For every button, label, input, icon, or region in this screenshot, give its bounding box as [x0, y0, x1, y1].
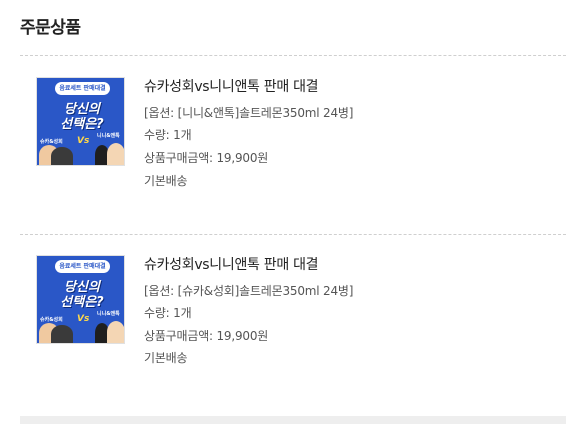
- vs-label: Vs: [77, 314, 90, 324]
- product-name-link[interactable]: 슈카성회vs니니앤톡 판매 대결: [144, 254, 319, 274]
- product-image[interactable]: 음료세트 판매대결 당신의 선택은? 슈카&성회 Vs 니니&앤톡: [36, 77, 125, 166]
- section-title: 주문상품: [20, 18, 81, 38]
- headline-line-2: 선택은?: [60, 117, 104, 132]
- person-figure: [51, 147, 73, 165]
- person-figure: [107, 143, 124, 165]
- shipping-type: 기본배송: [144, 351, 188, 365]
- product-price: 상품구매금액: 19,900원: [144, 329, 269, 343]
- left-brand-label: 슈카&성회: [40, 139, 63, 145]
- product-image-tag: 음료세트 판매대결: [55, 82, 110, 95]
- person-figure: [107, 321, 124, 343]
- shipping-type: 기본배송: [144, 174, 188, 188]
- right-brand-label: 니니&앤톡: [97, 311, 120, 317]
- product-image-headline: 당신의 선택은?: [43, 102, 121, 132]
- product-quantity: 수량: 1개: [144, 128, 192, 142]
- headline-line-1: 당신의: [64, 102, 100, 117]
- product-image[interactable]: 음료세트 판매대결 당신의 선택은? 슈카&성회 Vs 니니&앤톡: [36, 255, 125, 344]
- order-item: 음료세트 판매대결 당신의 선택은? 슈카&성회 Vs 니니&앤톡 슈카성회vs…: [20, 56, 566, 232]
- right-brand-label: 니니&앤톡: [97, 133, 120, 139]
- product-option: [옵션: [니니&앤톡]솔트레몬350ml 24병]: [144, 106, 354, 120]
- vs-label: Vs: [77, 136, 90, 146]
- product-price: 상품구매금액: 19,900원: [144, 151, 269, 165]
- order-item: 음료세트 판매대결 당신의 선택은? 슈카&성회 Vs 니니&앤톡 슈카성회vs…: [20, 235, 566, 411]
- bottom-summary-bar: [20, 416, 566, 424]
- product-image-headline: 당신의 선택은?: [43, 280, 121, 310]
- product-option: [옵션: [슈카&성회]솔트레몬350ml 24병]: [144, 284, 354, 298]
- headline-line-2: 선택은?: [60, 295, 104, 310]
- product-name-link[interactable]: 슈카성회vs니니앤톡 판매 대결: [144, 76, 319, 96]
- product-quantity: 수량: 1개: [144, 306, 192, 320]
- person-figure: [51, 325, 73, 343]
- left-brand-label: 슈카&성회: [40, 317, 63, 323]
- headline-line-1: 당신의: [64, 280, 100, 295]
- product-image-tag: 음료세트 판매대결: [55, 260, 110, 273]
